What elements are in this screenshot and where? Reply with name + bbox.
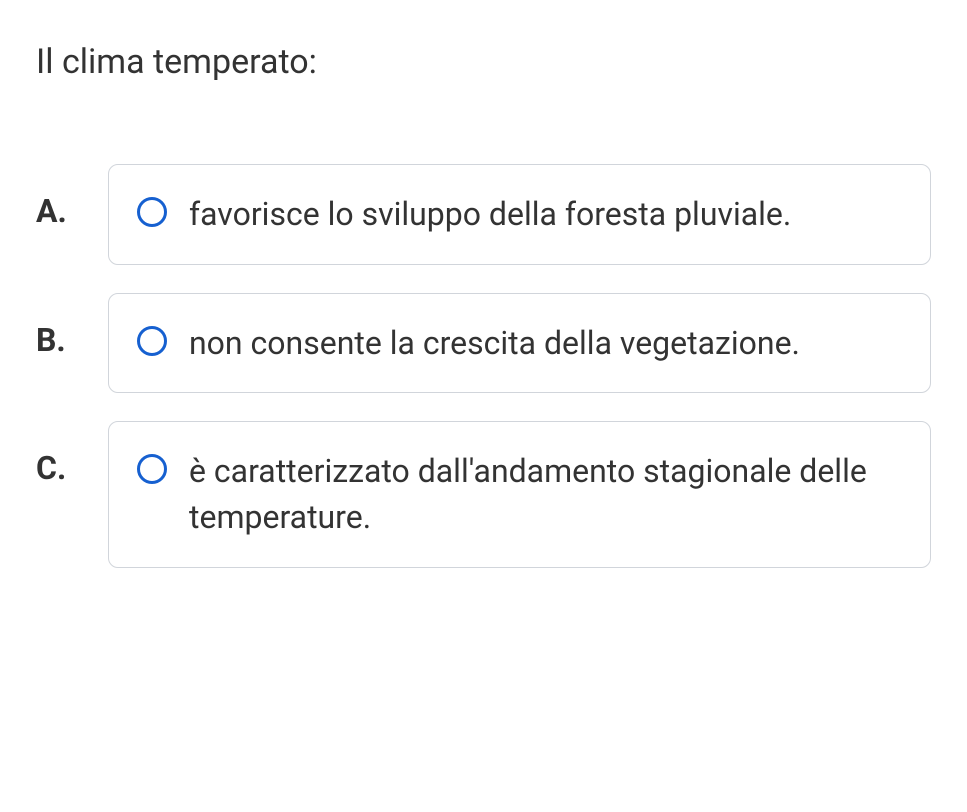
option-letter-c: C. [36,421,80,487]
option-card-c[interactable]: è caratterizzato dall'andamento stagiona… [108,421,931,568]
option-text-a: favorisce lo sviluppo della foresta pluv… [189,191,791,237]
radio-icon [137,197,167,227]
option-text-c: è caratterizzato dall'andamento stagiona… [189,448,902,541]
options-list: A. favorisce lo sviluppo della foresta p… [36,164,931,568]
option-card-a[interactable]: favorisce lo sviluppo della foresta pluv… [108,164,931,264]
option-row-b: B. non consente la crescita della vegeta… [36,293,931,393]
option-card-b[interactable]: non consente la crescita della vegetazio… [108,293,931,393]
radio-icon [137,454,167,484]
radio-icon [137,326,167,356]
option-text-b: non consente la crescita della vegetazio… [189,320,800,366]
option-letter-a: A. [36,164,80,230]
option-letter-b: B. [36,293,80,359]
question-text: Il clima temperato: [36,40,931,84]
option-row-a: A. favorisce lo sviluppo della foresta p… [36,164,931,264]
option-row-c: C. è caratterizzato dall'andamento stagi… [36,421,931,568]
